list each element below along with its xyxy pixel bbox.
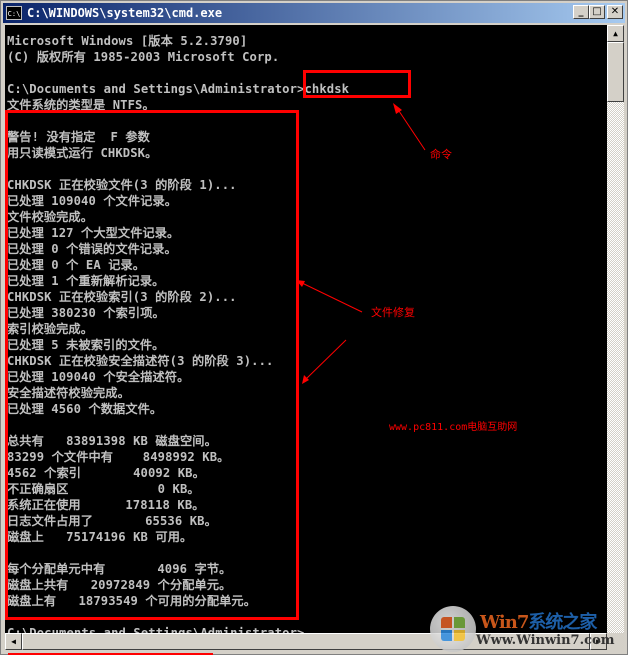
maximize-button[interactable]: □ (589, 5, 605, 19)
command-highlight-box (303, 70, 411, 98)
command-label: 命令 (430, 148, 452, 161)
minimize-button[interactable]: _ (573, 5, 589, 19)
repair-label: 文件修复 (371, 306, 415, 319)
scroll-up-button[interactable]: ▲ (607, 25, 624, 42)
watermark-url: Www.Winwin7.com (476, 633, 615, 648)
watermark-brand: Win7系统之家 (480, 608, 597, 634)
scroll-left-button[interactable]: ◀ (5, 633, 22, 650)
repair-output-highlight-box (5, 110, 299, 620)
console-line: C:\Documents and Settings\Administrator>… (7, 82, 350, 96)
console-line: (C) 版权所有 1985-2003 Microsoft Corp. (7, 50, 280, 64)
watermark-brand-cn: 系统之家 (528, 612, 597, 633)
console-line: Microsoft Windows [版本 5.2.3790] (7, 34, 248, 48)
console-line: C:\Documents and Settings\Administrator> (7, 626, 305, 633)
close-button[interactable]: ✕ (607, 5, 623, 19)
title-bar[interactable]: C:\ C:\WINDOWS\system32\cmd.exe _ □ ✕ (3, 3, 625, 23)
windows-logo-icon (430, 606, 476, 652)
win7-watermark: Win7系统之家 Www.Winwin7.com (430, 606, 628, 654)
vertical-scroll-thumb[interactable] (607, 42, 624, 102)
watermark-brand-win7: Win7 (480, 612, 529, 633)
console-app-icon[interactable]: C:\ (6, 6, 22, 20)
site-credit: www.pc811.com电脑互助网 (389, 422, 518, 433)
window-title: C:\WINDOWS\system32\cmd.exe (27, 6, 223, 20)
vertical-scrollbar[interactable]: ▲ (607, 25, 624, 633)
